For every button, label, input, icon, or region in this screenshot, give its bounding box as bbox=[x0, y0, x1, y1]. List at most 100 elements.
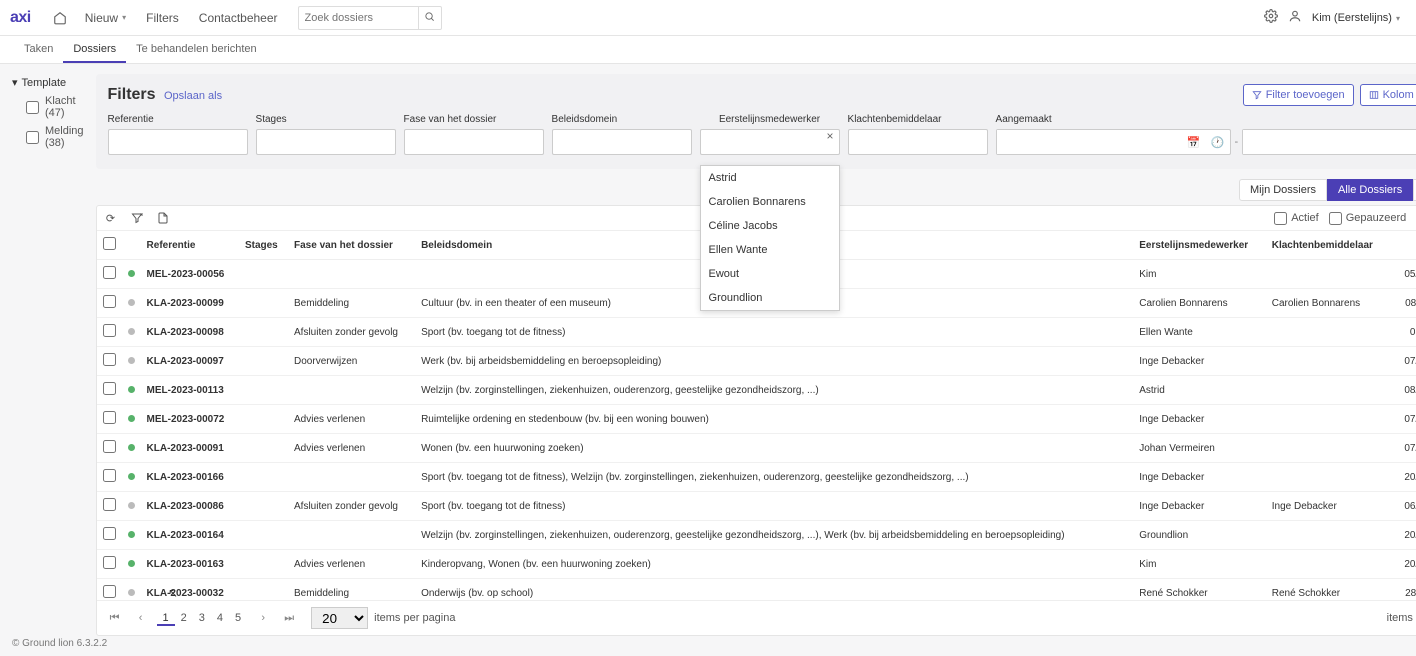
sidebar-item-melding[interactable]: Melding (38) bbox=[26, 125, 84, 149]
cell-klachten: Carolien Bonnarens bbox=[1266, 289, 1390, 318]
row-check[interactable] bbox=[103, 266, 116, 279]
row-check[interactable] bbox=[103, 295, 116, 308]
input-date-from[interactable] bbox=[997, 130, 1182, 154]
row-check[interactable] bbox=[103, 440, 116, 453]
table-row[interactable]: MEL-2023-00113 Welzijn (bv. zorginstelli… bbox=[97, 376, 1416, 405]
nav-nieuw[interactable]: Nieuw bbox=[75, 11, 136, 25]
status-dot-icon bbox=[128, 415, 135, 422]
cell-stages bbox=[239, 550, 288, 579]
nav-contactbeheer[interactable]: Contactbeheer bbox=[189, 11, 288, 25]
label-stages: Stages bbox=[256, 114, 396, 125]
page-number[interactable]: 1 bbox=[157, 612, 175, 626]
input-klachten[interactable] bbox=[848, 129, 988, 155]
search-input[interactable] bbox=[298, 6, 418, 30]
tab-taken[interactable]: Taken bbox=[14, 36, 63, 63]
export-icon[interactable] bbox=[155, 210, 171, 226]
status-dot-icon bbox=[128, 270, 135, 277]
last-page-icon[interactable]: ⏭ bbox=[279, 608, 299, 628]
sidebar-check-klacht[interactable] bbox=[26, 101, 39, 114]
col-eerstelijns[interactable]: Eerstelijnsmedewerker bbox=[1133, 231, 1266, 260]
tab-dossiers[interactable]: Dossiers bbox=[63, 36, 126, 63]
nav-filters[interactable]: Filters bbox=[136, 11, 189, 25]
refresh-icon[interactable]: ⟳ bbox=[103, 210, 119, 226]
page-number[interactable]: 2 bbox=[175, 612, 193, 626]
table-row[interactable]: KLA-2023-00163 Advies verlenen Kinderopv… bbox=[97, 550, 1416, 579]
table-row[interactable]: KLA-2023-00164 Welzijn (bv. zorginstelli… bbox=[97, 521, 1416, 550]
cell-aangemaakt: 08/03/2023 9:45 bbox=[1390, 318, 1416, 347]
cell-aangemaakt: 07/03/2023 13:43 bbox=[1390, 405, 1416, 434]
row-check[interactable] bbox=[103, 382, 116, 395]
cell-stages bbox=[239, 318, 288, 347]
input-eerstelijns[interactable] bbox=[700, 129, 840, 155]
row-check[interactable] bbox=[103, 469, 116, 482]
dropdown-option[interactable]: Astrid bbox=[701, 166, 839, 190]
col-aangemaakt[interactable]: Aangemaakt bbox=[1390, 231, 1416, 260]
row-check[interactable] bbox=[103, 324, 116, 337]
dropdown-option[interactable]: Ellen Wante bbox=[701, 238, 839, 262]
col-fase[interactable]: Fase van het dossier bbox=[288, 231, 415, 260]
col-stages[interactable]: Stages bbox=[239, 231, 288, 260]
sidebar-check-melding[interactable] bbox=[26, 131, 39, 144]
table-row[interactable]: KLA-2023-00032 Bemiddeling Onderwijs (bv… bbox=[97, 579, 1416, 601]
scope-mijn[interactable]: Mijn Dossiers bbox=[1239, 179, 1327, 201]
clear-filter-icon[interactable] bbox=[129, 210, 145, 226]
first-page-icon[interactable]: ⏮ bbox=[105, 608, 125, 628]
table-row[interactable]: KLA-2023-00098 Afsluiten zonder gevolg S… bbox=[97, 318, 1416, 347]
table-row[interactable]: KLA-2023-00097 Doorverwijzen Werk (bv. b… bbox=[97, 347, 1416, 376]
page-size-select[interactable]: 20 bbox=[311, 607, 368, 629]
input-stages[interactable] bbox=[256, 129, 396, 155]
calendar-icon[interactable]: 📅 bbox=[1182, 136, 1206, 149]
sidebar-template[interactable]: ▾ Template bbox=[12, 76, 84, 89]
select-all[interactable] bbox=[103, 237, 116, 250]
col-klachten[interactable]: Klachtenbemiddelaar bbox=[1266, 231, 1390, 260]
cell-eerstelijns: Kim bbox=[1133, 260, 1266, 289]
prev-page-icon[interactable]: ‹ bbox=[131, 608, 151, 628]
search-button[interactable] bbox=[418, 6, 442, 30]
add-filter-button[interactable]: Filter toevoegen bbox=[1243, 84, 1354, 106]
row-check[interactable] bbox=[103, 556, 116, 569]
status-dot-icon bbox=[128, 531, 135, 538]
row-check[interactable] bbox=[103, 585, 116, 598]
page-number[interactable]: 5 bbox=[229, 612, 247, 626]
next-page-icon[interactable]: › bbox=[253, 608, 273, 628]
add-column-button[interactable]: Kolom toevoegen bbox=[1360, 84, 1416, 106]
input-date-to[interactable] bbox=[1243, 130, 1416, 154]
row-check[interactable] bbox=[103, 527, 116, 540]
label-referentie: Referentie bbox=[108, 114, 248, 125]
input-referentie[interactable] bbox=[108, 129, 248, 155]
clock-icon[interactable]: 🕐 bbox=[1206, 136, 1230, 149]
cell-domein: Ruimtelijke ordening en stedenbouw (bv. … bbox=[415, 405, 1133, 434]
cell-aangemaakt: 07/03/2023 15:47 bbox=[1390, 347, 1416, 376]
check-actief[interactable]: Actief bbox=[1274, 212, 1319, 225]
table-row[interactable]: MEL-2023-00072 Advies verlenen Ruimtelij… bbox=[97, 405, 1416, 434]
dropdown-option[interactable]: Groundlion bbox=[701, 286, 839, 310]
user-icon[interactable] bbox=[1288, 9, 1302, 26]
row-check[interactable] bbox=[103, 411, 116, 424]
dropdown-option[interactable]: Carolien Bonnarens bbox=[701, 190, 839, 214]
table-row[interactable]: KLA-2023-00086 Afsluiten zonder gevolg S… bbox=[97, 492, 1416, 521]
check-gepauzeerd[interactable]: Gepauzeerd bbox=[1329, 212, 1407, 225]
gear-icon[interactable] bbox=[1264, 9, 1278, 26]
home-icon[interactable] bbox=[45, 11, 75, 25]
clear-icon[interactable]: × bbox=[827, 129, 834, 143]
cell-aangemaakt: 20/03/2023 16:26 bbox=[1390, 521, 1416, 550]
table-row[interactable]: KLA-2023-00166 Sport (bv. toegang tot de… bbox=[97, 463, 1416, 492]
dropdown-option[interactable]: Céline Jacobs bbox=[701, 214, 839, 238]
col-referentie[interactable]: Referentie bbox=[141, 231, 239, 260]
filters-save-as[interactable]: Opslaan als bbox=[164, 90, 222, 102]
input-beleidsdomein[interactable] bbox=[552, 129, 692, 155]
filter-panel: Filters Opslaan als Filter toevoegen Kol… bbox=[96, 74, 1416, 169]
row-check[interactable] bbox=[103, 498, 116, 511]
row-check[interactable] bbox=[103, 353, 116, 366]
tab-berichten[interactable]: Te behandelen berichten bbox=[126, 36, 266, 63]
scope-alle[interactable]: Alle Dossiers bbox=[1327, 179, 1413, 201]
user-name[interactable]: Kim (Eerstelijns) bbox=[1312, 12, 1400, 24]
sidebar-item-klacht[interactable]: Klacht (47) bbox=[26, 95, 84, 119]
dropdown-option[interactable]: Ewout bbox=[701, 262, 839, 286]
input-fase[interactable] bbox=[404, 129, 544, 155]
table-row[interactable]: KLA-2023-00091 Advies verlenen Wonen (bv… bbox=[97, 434, 1416, 463]
page-number[interactable]: 4 bbox=[211, 612, 229, 626]
cell-eerstelijns: Inge Debacker bbox=[1133, 347, 1266, 376]
page-number[interactable]: 3 bbox=[193, 612, 211, 626]
cell-eerstelijns: René Schokker bbox=[1133, 579, 1266, 601]
